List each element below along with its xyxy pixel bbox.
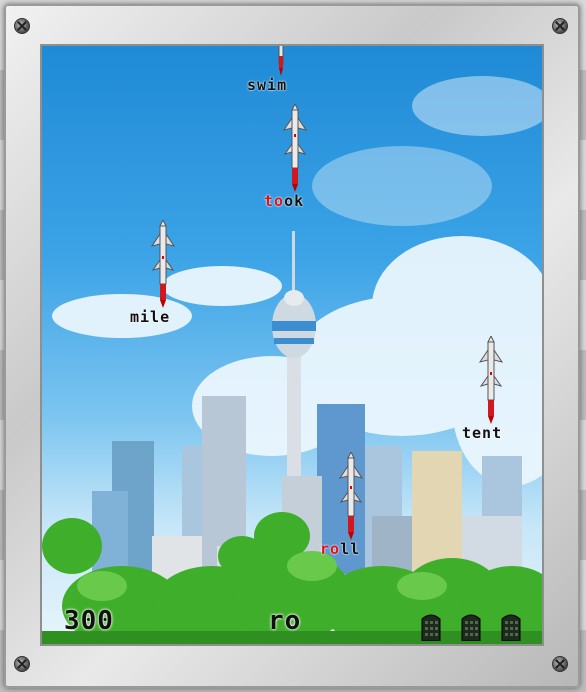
missile-word-roll: roll: [320, 540, 361, 558]
screw-icon: [14, 18, 30, 34]
missile-icon: [150, 220, 176, 308]
missile-word-took: took: [264, 192, 305, 210]
typed-input-display: ro: [268, 606, 302, 636]
game-area[interactable]: swim took mile tent roll 300 ro: [40, 44, 544, 646]
missile-icon: [282, 104, 308, 192]
building-life-icon: [421, 614, 441, 641]
missile-word-swim: swim: [247, 76, 288, 94]
missile-icon: [338, 452, 364, 540]
missile-icon: [478, 336, 504, 424]
screw-icon: [14, 656, 30, 672]
missile-word-mile: mile: [130, 308, 171, 326]
missile-icon: [278, 46, 284, 76]
screw-icon: [552, 656, 568, 672]
building-life-icon: [501, 614, 521, 641]
building-life-icon: [461, 614, 481, 641]
screw-icon: [552, 18, 568, 34]
score-display: 300: [64, 606, 114, 636]
missile-word-tent: tent: [462, 424, 503, 442]
